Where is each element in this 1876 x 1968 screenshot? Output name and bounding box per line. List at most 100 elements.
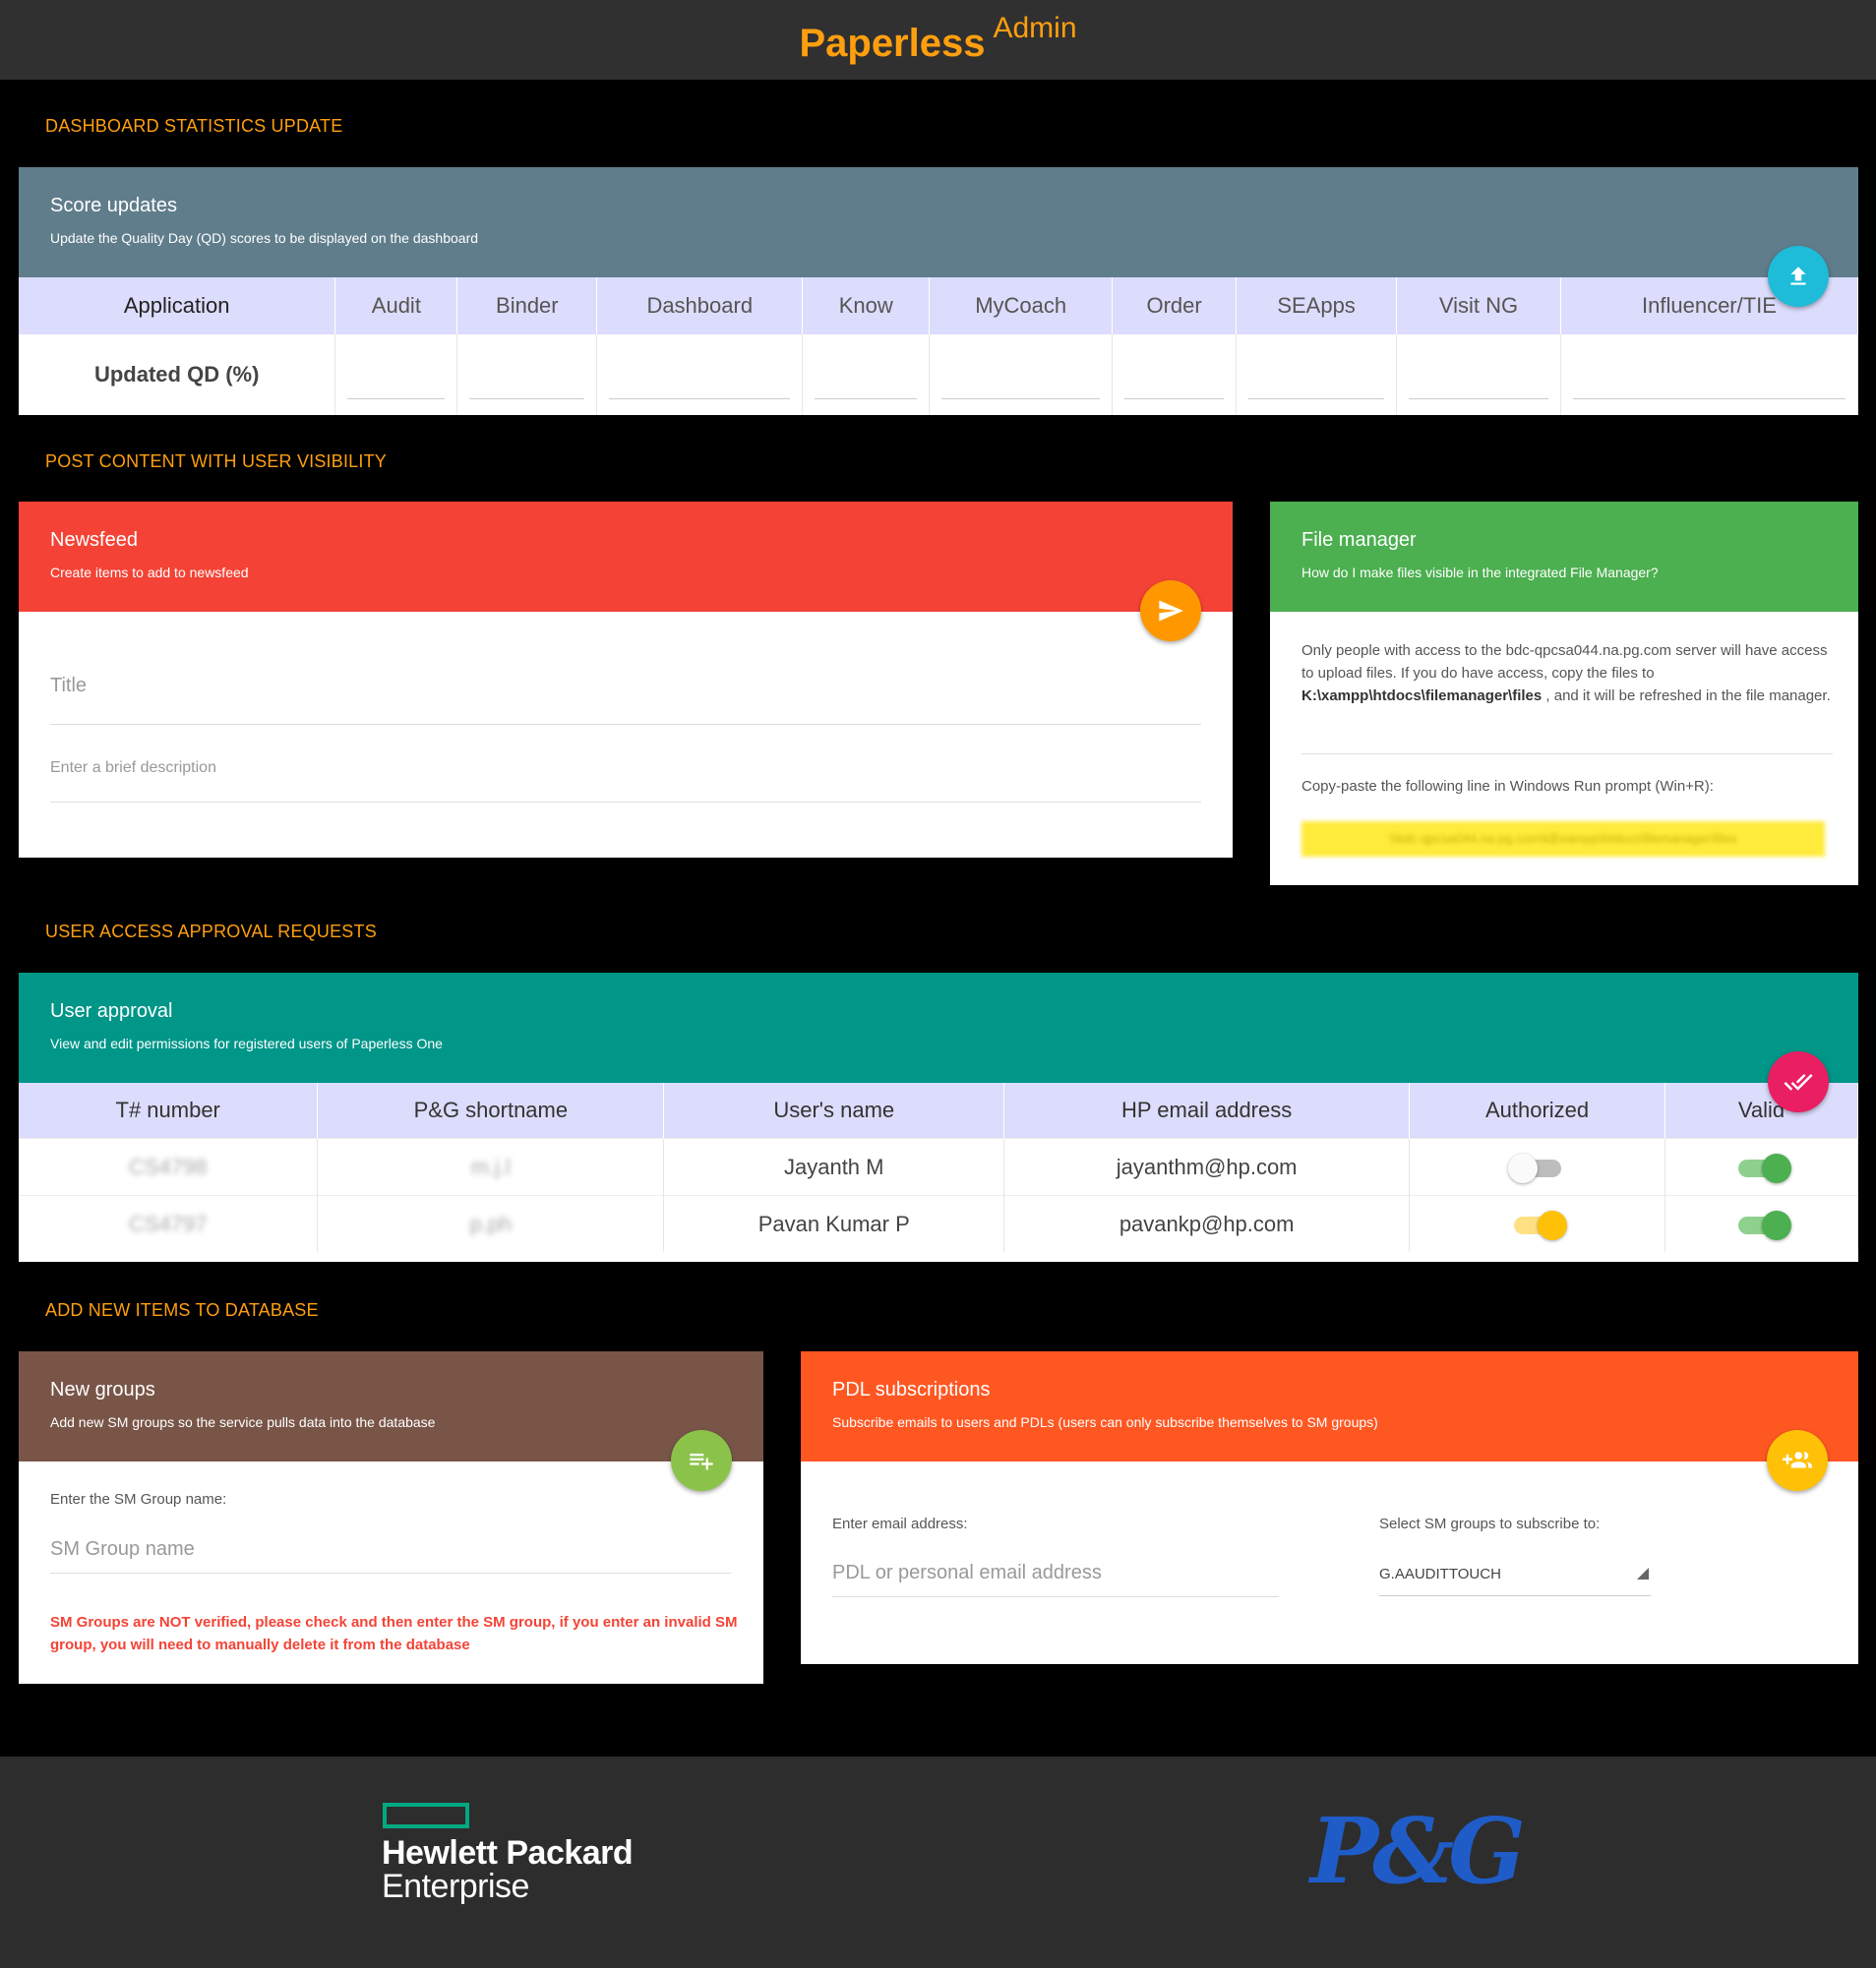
section-title-approval: USER ACCESS APPROVAL REQUESTS: [45, 922, 377, 941]
col-header: User's name: [663, 1083, 1005, 1139]
hpe-logo-rectangle: [383, 1803, 469, 1828]
col-header: Application: [19, 277, 336, 334]
col-header: Visit NG: [1396, 277, 1561, 334]
card-subtitle: Create items to add to newsfeed: [50, 565, 249, 580]
user-name: Jayanth M: [663, 1138, 1005, 1196]
toggle-knob: [1507, 1153, 1538, 1183]
toggle-knob: [1761, 1153, 1791, 1183]
pdl-header: PDL subscriptions Subscribe emails to us…: [801, 1351, 1858, 1461]
col-header: HP email address: [1003, 1083, 1411, 1139]
hpe-line-1: Hewlett Packard: [382, 1834, 634, 1872]
t-number: CS4798: [128, 1154, 208, 1179]
score-input-mycoach[interactable]: [941, 369, 1101, 399]
t-number: CS4797: [128, 1211, 208, 1236]
card-subtitle: How do I make files visible in the integ…: [1301, 565, 1659, 580]
col-header: Valid: [1664, 1083, 1858, 1139]
pdl-subscriptions-card: PDL subscriptions Subscribe emails to us…: [801, 1351, 1858, 1664]
score-input-dashboard[interactable]: [609, 369, 791, 399]
sm-group-select[interactable]: G.AAUDITTOUCH: [1379, 1566, 1651, 1596]
score-input-audit[interactable]: [347, 369, 446, 399]
sm-group-warning: SM Groups are NOT verified, please check…: [50, 1614, 738, 1653]
score-input-binder[interactable]: [469, 369, 585, 399]
pg-shortname: m.j.l: [470, 1154, 512, 1179]
post-newsfeed-button[interactable]: [1140, 580, 1201, 641]
upload-scores-button[interactable]: [1768, 246, 1829, 307]
user-approval-table: T# number P&G shortname User's name HP e…: [19, 1083, 1858, 1252]
score-updates-card: Score updates Update the Quality Day (QD…: [19, 167, 1859, 415]
send-icon: [1159, 600, 1183, 622]
score-table: Application Audit Binder Dashboard Know …: [19, 277, 1859, 415]
title-placeholder: Title: [50, 675, 88, 696]
instructions-text: Only people with access to the bdc-qpcsa…: [1301, 642, 1828, 682]
card-title: User approval: [50, 1000, 173, 1022]
table-row: CS4797 p.ph Pavan Kumar P pavankp@hp.com: [19, 1195, 1858, 1252]
score-table-row: Updated QD (%): [19, 334, 1859, 415]
card-title: File manager: [1301, 529, 1417, 551]
pg-logo: P&G: [1310, 1798, 1526, 1904]
card-title: Newsfeed: [50, 529, 138, 551]
subscribe-button[interactable]: [1767, 1430, 1828, 1491]
brand-suffix: Admin: [993, 12, 1077, 44]
valid-toggle[interactable]: [1737, 1153, 1791, 1183]
hpe-logo-text: Hewlett Packard Enterprise: [382, 1834, 634, 1903]
run-path-highlight[interactable]: \\bdc-qpcsa044.na.pg.com\k$\xampp\htdocs…: [1301, 821, 1825, 857]
col-header: Know: [802, 277, 931, 334]
user-approval-header: User approval View and edit permissions …: [19, 973, 1858, 1083]
add-group-button[interactable]: [671, 1430, 732, 1491]
valid-toggle[interactable]: [1737, 1210, 1791, 1240]
col-header: Binder: [456, 277, 598, 334]
table-row: CS4798 m.j.l Jayanth M jayanthm@hp.com: [19, 1138, 1858, 1196]
toggle-knob: [1761, 1210, 1791, 1240]
sm-group-placeholder: SM Group name: [50, 1538, 195, 1560]
col-header: Authorized: [1409, 1083, 1666, 1139]
hp-email: jayanthm@hp.com: [1003, 1138, 1411, 1196]
upload-icon: [1790, 267, 1806, 285]
card-title: Score updates: [50, 195, 177, 216]
score-input-visit-ng[interactable]: [1409, 369, 1548, 399]
col-header: T# number: [19, 1083, 319, 1139]
card-subtitle: Update the Quality Day (QD) scores to be…: [50, 230, 479, 246]
playlist-add-icon: [690, 1454, 713, 1470]
top-header: Paperless Admin: [0, 0, 1876, 80]
col-header: Audit: [334, 277, 458, 334]
newsfeed-description-input[interactable]: Enter a brief description: [50, 759, 1201, 803]
sm-group-input[interactable]: SM Group name: [50, 1538, 731, 1574]
email-placeholder: PDL or personal email address: [832, 1562, 1102, 1583]
copy-instruction: Copy-paste the following line in Windows…: [1301, 778, 1714, 795]
hp-email: pavankp@hp.com: [1003, 1195, 1411, 1252]
row-label: Updated QD (%): [19, 334, 336, 415]
email-label: Enter email address:: [832, 1516, 968, 1532]
card-subtitle: Subscribe emails to users and PDLs (user…: [832, 1414, 1378, 1430]
score-input-seapps[interactable]: [1248, 369, 1385, 399]
sm-group-label: Enter the SM Group name:: [50, 1491, 227, 1508]
brand-name: Paperless: [799, 22, 986, 65]
card-title: PDL subscriptions: [832, 1379, 991, 1401]
score-updates-header: Score updates Update the Quality Day (QD…: [19, 167, 1858, 277]
col-header: MyCoach: [929, 277, 1114, 334]
col-header: SEApps: [1236, 277, 1398, 334]
authorized-toggle[interactable]: [1513, 1210, 1567, 1240]
divider: [1301, 753, 1833, 754]
upload-path: K:\xampp\htdocs\filemanager\files: [1301, 687, 1543, 704]
col-header: P&G shortname: [317, 1083, 665, 1139]
section-title-add-items: ADD NEW ITEMS TO DATABASE: [45, 1300, 319, 1320]
score-input-order[interactable]: [1124, 369, 1225, 399]
approve-all-button[interactable]: [1768, 1051, 1829, 1112]
card-subtitle: View and edit permissions for registered…: [50, 1036, 443, 1051]
new-groups-header: New groups Add new SM groups so the serv…: [19, 1351, 763, 1461]
app-brand: Paperless Admin: [0, 12, 1876, 66]
footer: Hewlett Packard Enterprise P&G: [0, 1757, 1876, 1968]
newsfeed-card: Newsfeed Create items to add to newsfeed…: [19, 502, 1233, 858]
file-manager-instructions: Only people with access to the bdc-qpcsa…: [1301, 639, 1833, 707]
double-check-icon: [1784, 1074, 1813, 1091]
score-input-influencer[interactable]: [1572, 369, 1846, 399]
authorized-toggle[interactable]: [1507, 1153, 1561, 1183]
newsfeed-header: Newsfeed Create items to add to newsfeed: [19, 502, 1233, 612]
section-title-dashboard: DASHBOARD STATISTICS UPDATE: [45, 116, 343, 136]
user-table-header: T# number P&G shortname User's name HP e…: [19, 1083, 1858, 1139]
user-approval-card: User approval View and edit permissions …: [19, 973, 1858, 1262]
newsfeed-title-input[interactable]: Title: [50, 675, 1201, 725]
pdl-email-input[interactable]: PDL or personal email address: [832, 1562, 1279, 1597]
score-input-know[interactable]: [815, 369, 918, 399]
card-subtitle: Add new SM groups so the service pulls d…: [50, 1414, 436, 1430]
